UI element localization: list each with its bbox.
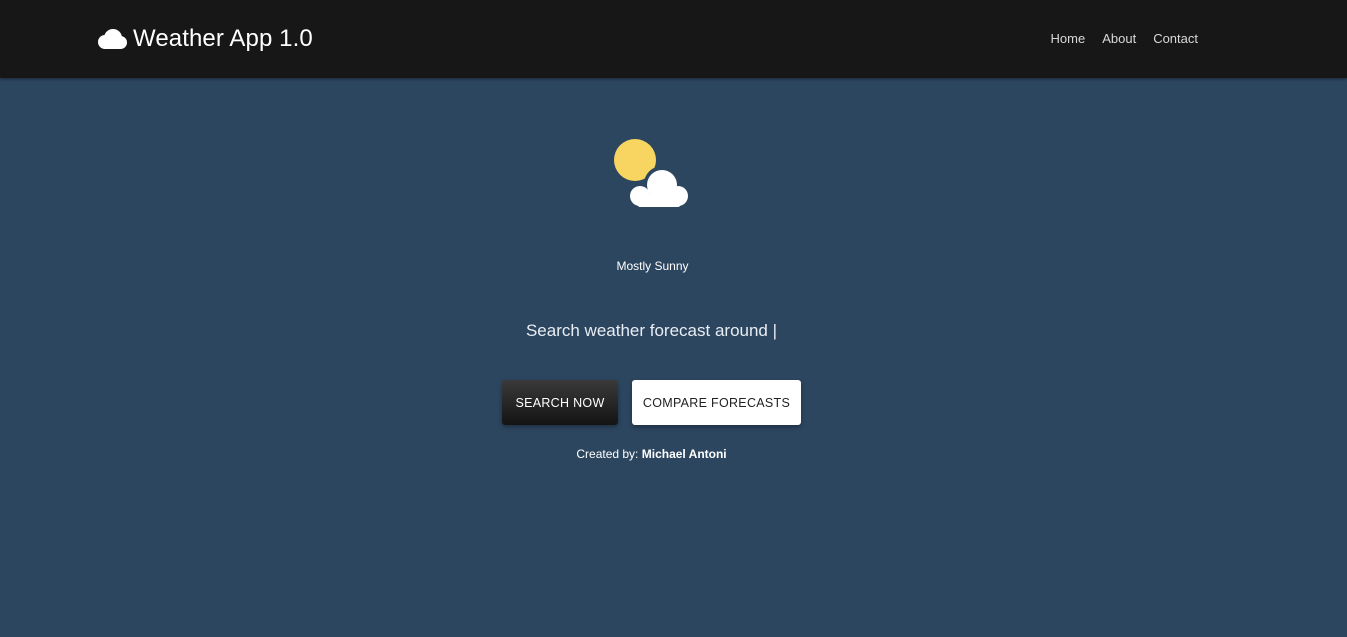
- top-navbar: Weather App 1.0 Home About Contact: [0, 0, 1347, 78]
- search-tagline: Search weather forecast around |: [525, 321, 778, 340]
- nav-about-link[interactable]: About: [1102, 30, 1136, 47]
- weather-condition: Mostly Sunny: [616, 259, 689, 273]
- brand-link[interactable]: Weather App 1.0: [96, 24, 313, 54]
- nav-home-link[interactable]: Home: [1051, 30, 1086, 47]
- credits-prefix: Created by:: [576, 447, 639, 461]
- cloud-icon: [98, 29, 127, 49]
- nav-contact-link[interactable]: Contact: [1153, 30, 1198, 47]
- search-now-button[interactable]: SEARCH NOW: [502, 380, 618, 425]
- main-nav: Home About Contact: [1051, 30, 1198, 47]
- compare-forecasts-button[interactable]: COMPARE FORECASTS: [632, 380, 801, 425]
- partly-sunny-icon: [614, 139, 691, 210]
- credits: Created by: Michael Antoni: [0, 446, 1303, 463]
- brand-title: Weather App 1.0: [133, 25, 313, 52]
- credits-author: Michael Antoni: [641, 447, 727, 461]
